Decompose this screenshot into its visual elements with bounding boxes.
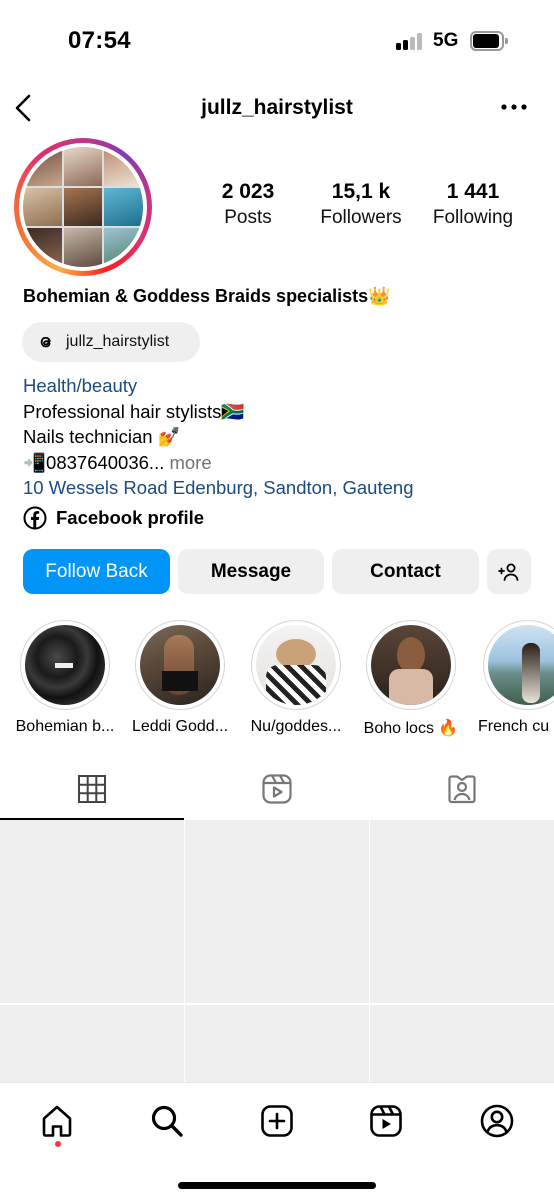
more-horizontal-icon[interactable] (500, 102, 528, 112)
reels-icon (262, 774, 292, 804)
post-tile[interactable] (185, 820, 369, 1003)
contact-button[interactable]: Contact (332, 549, 479, 594)
post-tile[interactable] (185, 1005, 369, 1082)
stat-followers[interactable]: 15,1 k Followers (306, 180, 416, 229)
highlight-cover (256, 625, 336, 705)
suggest-people-button[interactable] (487, 549, 531, 594)
tagged-icon (448, 775, 476, 804)
avatar[interactable] (23, 147, 143, 267)
address-link[interactable]: 10 Wessels Road Edenburg, Sandton, Gaute… (23, 475, 413, 501)
notification-dot (55, 1141, 61, 1147)
search-icon (151, 1105, 183, 1137)
followers-count: 15,1 k (331, 180, 391, 203)
facebook-icon (23, 506, 47, 530)
nav-create[interactable] (257, 1101, 297, 1141)
add-person-icon (498, 563, 519, 581)
profile-icon (480, 1104, 514, 1138)
display-name: Bohemian & Goddess Braids specialists👑 (23, 286, 391, 306)
tab-tagged[interactable] (370, 758, 554, 820)
tab-reels[interactable] (185, 758, 369, 820)
status-bar: 07:54 5G (0, 0, 554, 80)
threads-handle: jullz_hairstylist (66, 333, 170, 350)
home-indicator (178, 1182, 376, 1189)
threads-icon (40, 336, 51, 348)
profile-header: jullz_hairstylist (0, 80, 554, 136)
profile-category[interactable]: Health/beauty (23, 373, 413, 399)
highlight-label: Boho locs 🔥 (363, 720, 459, 737)
posts-grid (0, 820, 554, 1082)
bio-phone: 📲0837640036... (23, 451, 165, 473)
story-highlight[interactable]: Boho locs 🔥 (356, 620, 466, 738)
avatar-story-ring[interactable] (14, 138, 152, 276)
nav-search[interactable] (147, 1101, 187, 1141)
signal-icon (396, 33, 426, 50)
highlight-cover (488, 625, 554, 705)
create-icon (261, 1105, 293, 1137)
profile-username: jullz_hairstylist (201, 96, 353, 119)
highlight-cover (140, 625, 220, 705)
profile-stats: 2 023 Posts 15,1 k Followers 1 441 Follo… (190, 180, 530, 240)
following-label: Following (432, 207, 514, 228)
nav-home[interactable] (37, 1101, 77, 1141)
bio-line: Professional hair stylists🇿🇦 (23, 400, 245, 422)
post-tile[interactable] (370, 820, 554, 1003)
facebook-profile-label: Facebook profile (56, 507, 205, 528)
posts-label: Posts (224, 207, 272, 228)
profile-tabs (0, 758, 554, 820)
story-highlight[interactable]: Leddi Godd... (125, 620, 235, 736)
tab-grid[interactable] (0, 758, 184, 820)
battery-icon (470, 31, 508, 51)
stat-posts[interactable]: 2 023 Posts (193, 180, 303, 229)
story-highlight[interactable]: Nu/goddes... (241, 620, 351, 736)
message-button[interactable]: Message (178, 549, 324, 594)
bio-line: Nails technician 💅 (23, 426, 181, 447)
stat-following[interactable]: 1 441 Following (418, 180, 528, 229)
facebook-profile-link[interactable]: Facebook profile (23, 506, 204, 530)
highlight-label: Leddi Godd... (131, 718, 229, 735)
threads-badge[interactable]: jullz_hairstylist (22, 322, 200, 362)
bottom-navigation (0, 1082, 554, 1200)
home-icon (42, 1105, 72, 1137)
post-tile[interactable] (370, 1005, 554, 1082)
highlight-label: Bohemian b... (15, 718, 115, 735)
grid-icon (78, 775, 106, 803)
nav-profile[interactable] (477, 1101, 517, 1141)
story-highlight[interactable]: French cu (471, 620, 554, 736)
highlight-cover (25, 625, 105, 705)
follow-back-button[interactable]: Follow Back (23, 549, 170, 594)
bio-more-link[interactable]: more (164, 452, 211, 473)
posts-count: 2 023 (221, 180, 275, 203)
followers-label: Followers (320, 207, 402, 228)
reels-nav-icon (370, 1105, 402, 1137)
highlight-cover (371, 625, 451, 705)
nav-reels[interactable] (366, 1101, 406, 1141)
network-type: 5G (433, 30, 459, 51)
post-tile[interactable] (0, 820, 184, 1003)
status-time: 07:54 (68, 27, 131, 54)
post-tile[interactable] (0, 1005, 184, 1082)
bio: Health/beauty Professional hair stylists… (23, 373, 413, 501)
highlight-label: Nu/goddes... (250, 718, 342, 735)
story-highlight[interactable]: Bohemian b... (10, 620, 120, 736)
following-count: 1 441 (446, 180, 500, 203)
highlight-label: French cu (478, 718, 550, 735)
